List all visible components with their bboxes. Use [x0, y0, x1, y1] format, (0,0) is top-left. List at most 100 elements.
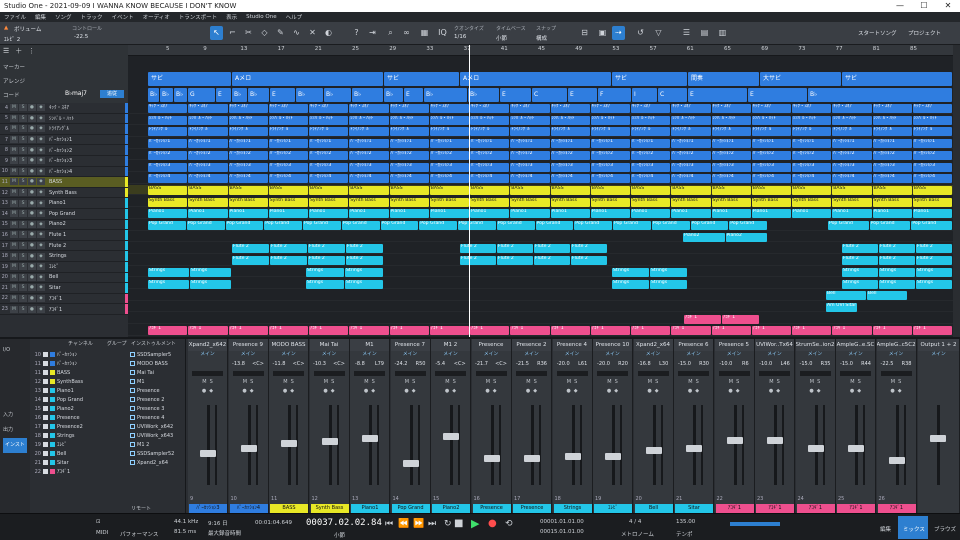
event-clip[interactable]: BASS: [550, 185, 590, 195]
fader-cap[interactable]: [726, 437, 743, 444]
event-clip[interactable]: ﾄﾗｲｱﾝｸﾞﾙ: [389, 127, 429, 137]
channel-label[interactable]: Piano2: [432, 504, 470, 513]
channel-label[interactable]: Presence: [472, 504, 511, 513]
pan-slider[interactable]: [880, 371, 912, 376]
event-clip[interactable]: ﾊﾟｰｶｯｼｮﾝ4: [309, 174, 349, 184]
fader-cap[interactable]: [524, 455, 540, 462]
track-btn-solo[interactable]: S: [19, 210, 27, 218]
track-btn-record[interactable]: ●: [28, 263, 36, 271]
range-tool-icon[interactable]: ⌐: [226, 26, 239, 40]
channel-tab[interactable]: チャンネル: [68, 339, 93, 350]
event-clip[interactable]: ﾊﾟｰｶｯｼｮﾝ2: [671, 150, 711, 160]
track-btn-record[interactable]: ●: [28, 125, 36, 133]
arranger-section[interactable]: サビ: [148, 72, 231, 86]
track-btn-mute[interactable]: M: [10, 305, 18, 313]
mute-button[interactable]: M: [688, 379, 692, 385]
event-clip[interactable]: Pop Grand: [186, 221, 225, 230]
event-clip[interactable]: ﾊﾟｰｶｯｼｮﾝ1: [268, 139, 308, 149]
mixer-nav-output[interactable]: 出力: [3, 423, 27, 438]
channel-output[interactable]: メイン: [796, 351, 835, 359]
event-clip[interactable]: Synth Bass: [228, 197, 268, 207]
event-clip[interactable]: Pop Grand: [535, 221, 574, 230]
event-clip[interactable]: Synth Bass: [792, 197, 832, 207]
event-clip[interactable]: Piano1: [832, 209, 872, 219]
monitor-icon[interactable]: ◆: [776, 388, 780, 394]
event-clip[interactable]: ﾊﾟｰｶｯｼｮﾝ3: [429, 162, 469, 172]
track-header[interactable]: 14 M S ● ◆ Pop Grand: [0, 208, 128, 220]
channel-name[interactable]: AmpleG..c5C2: [876, 339, 916, 351]
instrument-list-item[interactable]: Xpand2_x64: [128, 458, 185, 467]
event-clip[interactable]: Strings: [879, 267, 915, 277]
channel-output[interactable]: メイン: [553, 351, 592, 359]
channel-list-item[interactable]: 10 ﾊﾟｰｶｯｼｮﾝ: [30, 350, 128, 359]
channel-name[interactable]: Presence 7: [390, 339, 430, 351]
event-clip[interactable]: ｱｺｷﾞ1: [671, 326, 711, 336]
event-clip[interactable]: Strings: [306, 267, 344, 277]
channel-list-item[interactable]: 22 ｱｺｷﾞ1: [30, 467, 128, 476]
pan-slider[interactable]: [192, 371, 223, 376]
track-btn-monitor[interactable]: ◆: [37, 305, 45, 313]
event-clip[interactable]: Pop Grand: [225, 221, 264, 230]
volume-fader[interactable]: [642, 405, 666, 485]
mute-button[interactable]: M: [405, 379, 409, 385]
record-arm-icon[interactable]: ●: [404, 388, 408, 394]
solo-button[interactable]: S: [493, 379, 496, 385]
event-clip[interactable]: ｱｺｷﾞ1: [429, 326, 469, 336]
monitor-icon[interactable]: ◆: [493, 388, 497, 394]
event-clip[interactable]: ｷｯｸ・ｽﾈｱ: [912, 104, 952, 113]
event-clip[interactable]: ｼﾝﾊﾞﾙ・ﾊｯﾄ: [268, 115, 308, 125]
fader-cap[interactable]: [402, 460, 419, 467]
event-clip[interactable]: ｱｺｷﾞ1: [792, 326, 832, 336]
track-btn-record[interactable]: ●: [28, 252, 36, 260]
track-btn-monitor[interactable]: ◆: [37, 294, 45, 302]
channel-output[interactable]: メイン: [310, 351, 349, 359]
event-clip[interactable]: ﾊﾟｰｶｯｼｮﾝ1: [751, 139, 791, 149]
return-zero-icon[interactable]: ⏮: [385, 519, 393, 529]
track-btn-mute[interactable]: M: [10, 263, 18, 271]
event-clip[interactable]: ｱｺｷﾞ1: [684, 314, 721, 324]
event-clip[interactable]: ﾊﾟｰｶｯｼｮﾝ2: [389, 150, 429, 160]
event-clip[interactable]: Flute 2: [460, 244, 496, 254]
instrument-list-item[interactable]: UVIWork_x643: [128, 431, 185, 440]
event-clip[interactable]: ﾊﾟｰｶｯｼｮﾝ2: [832, 150, 872, 160]
fader-cap[interactable]: [888, 457, 905, 464]
go-end-icon[interactable]: ⏭: [428, 519, 436, 529]
track-header[interactable]: 17 M S ● ◆ Flute 2: [0, 240, 128, 252]
event-clip[interactable]: Piano1: [309, 209, 349, 219]
event-clip[interactable]: Flute 2: [232, 256, 269, 266]
channel-output[interactable]: メイン: [836, 351, 875, 359]
event-clip[interactable]: ﾊﾟｰｶｯｼｮﾝ4: [349, 174, 389, 184]
score-icon[interactable]: ▥: [716, 26, 729, 40]
event-clip[interactable]: ﾄﾗｲｱﾝｸﾞﾙ: [792, 127, 832, 137]
event-clip[interactable]: BASS: [792, 185, 832, 195]
instrument-list-item[interactable]: Presence 3: [128, 404, 185, 413]
event-clip[interactable]: Pop Grand: [911, 221, 952, 230]
event-clip[interactable]: ﾄﾗｲｱﾝｸﾞﾙ: [711, 127, 751, 137]
track-btn-monitor[interactable]: ◆: [37, 104, 45, 112]
track-btn-solo[interactable]: S: [19, 189, 27, 197]
event-clip[interactable]: ﾊﾟｰｶｯｼｮﾝ4: [228, 174, 268, 184]
instrument-list-item[interactable]: SSDSampler52: [128, 449, 185, 458]
minimize-button[interactable]: —: [888, 0, 912, 12]
bend-tool-icon[interactable]: ∿: [290, 26, 303, 40]
track-list-icon[interactable]: ☰: [3, 47, 9, 55]
fader-cap[interactable]: [281, 440, 297, 447]
event-clip[interactable]: Pop Grand: [419, 221, 457, 230]
track-btn-solo[interactable]: S: [19, 157, 27, 165]
track-btn-monitor[interactable]: ◆: [37, 178, 45, 186]
event-clip[interactable]: Piano1: [792, 209, 832, 219]
visible-checkbox[interactable]: [43, 469, 48, 474]
chord-event[interactable]: E: [270, 88, 295, 102]
track-name[interactable]: Pop Grand: [49, 211, 125, 217]
menu-file[interactable]: ファイル: [4, 13, 26, 21]
track-name[interactable]: ﾊﾟｰｶｯｼｮﾝ2: [49, 147, 125, 154]
event-clip[interactable]: ﾊﾟｰｶｯｼｮﾝ1: [872, 139, 912, 149]
fader-cap[interactable]: [645, 447, 662, 454]
event-clip[interactable]: ｷｯｸ・ｽﾈｱ: [148, 104, 188, 113]
channel-list-item[interactable]: 21 Sitar: [30, 458, 128, 467]
track-btn-mute[interactable]: M: [10, 210, 18, 218]
track-btn-record[interactable]: ●: [28, 104, 36, 112]
channel-pan[interactable]: <C>: [252, 359, 264, 369]
event-clip[interactable]: Flute 2: [534, 244, 570, 254]
monitor-icon[interactable]: ◆: [371, 388, 375, 394]
